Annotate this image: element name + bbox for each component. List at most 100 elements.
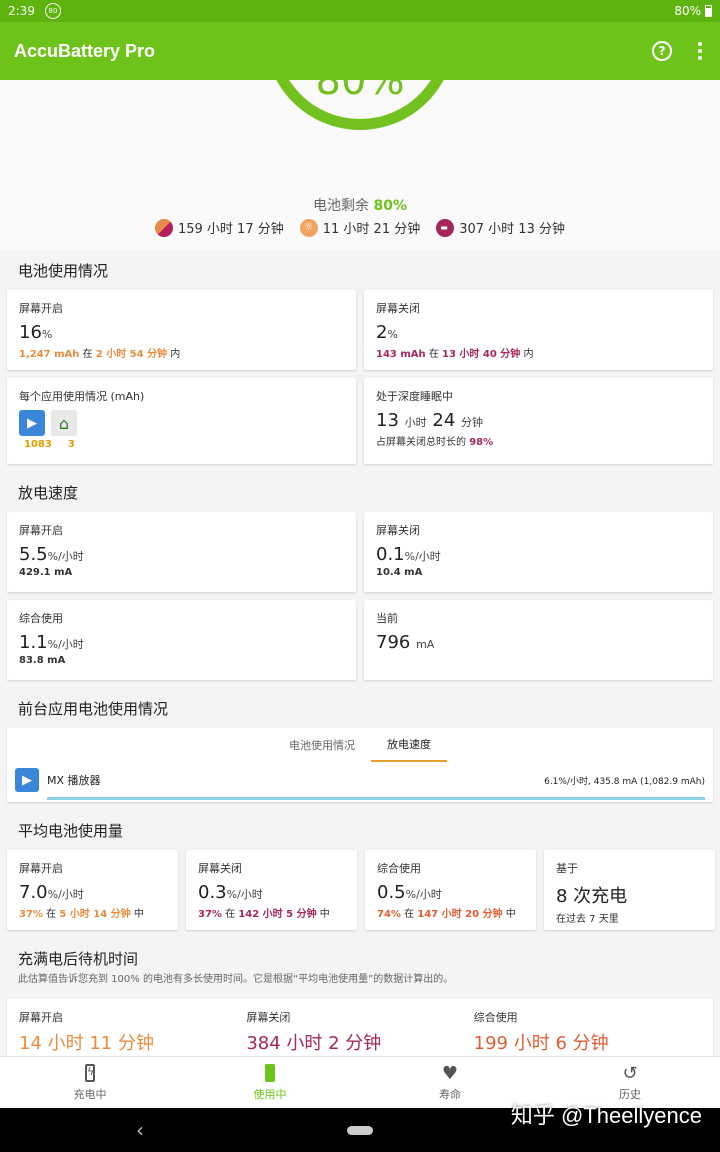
- section-title-usage: 电池使用情况: [18, 261, 109, 280]
- battery-icon: [705, 5, 712, 17]
- battery-remaining: 电池剩余 80%: [0, 195, 720, 215]
- card-label: 基于: [556, 862, 578, 875]
- remaining-label: 电池剩余: [313, 198, 370, 214]
- history-icon: ↺: [622, 1062, 638, 1084]
- estimate-screen-on-text: 11 小时 21 分钟: [322, 222, 421, 237]
- foreground-app-card: 电池使用情况 放电速度 ▶ MX 播放器 6.1%/小时, 435.8 mA (…: [7, 728, 713, 802]
- standby-label: 屏幕关闭: [246, 1011, 291, 1024]
- card-value: 0.5%/小时: [377, 882, 442, 903]
- average-grid: 屏幕开启 7.0%/小时 37% 在 5 小时 14 分钟 中 屏幕关闭 0.3…: [0, 850, 720, 930]
- battery-summary: 80% 电池剩余 80% 159 小时 17 分钟 11 小时 21 分钟 30…: [0, 80, 720, 250]
- card-sub: 143 mAh 在 13 小时 40 分钟 内: [376, 349, 534, 360]
- card-value: 7.0%/小时: [19, 882, 84, 903]
- card-label: 处于深度睡眠中: [376, 390, 453, 403]
- status-time: 2:39: [8, 4, 35, 18]
- mx-player-icon: ▶: [15, 768, 39, 792]
- discharge-screen-off-card[interactable]: 屏幕关闭 0.1%/小时 10.4 mA: [364, 512, 713, 592]
- usage-grid: 屏幕开启 16% 1,247 mAh 在 2 小时 54 分钟 内 屏幕关闭 2…: [0, 290, 720, 464]
- discharge-grid: 屏幕开启 5.5%/小时 429.1 mA 屏幕关闭 0.1%/小时 10.4 …: [0, 512, 720, 680]
- card-value: 796 mA: [376, 632, 435, 653]
- time-estimates: 159 小时 17 分钟 11 小时 21 分钟 307 小时 13 分钟: [0, 218, 720, 237]
- card-value: 0.1%/小时: [376, 544, 441, 565]
- section-title-discharge: 放电速度: [18, 483, 79, 502]
- help-icon[interactable]: ?: [652, 41, 672, 61]
- standby-value: 14 小时 11 分钟: [19, 1033, 154, 1054]
- card-label: 屏幕开启: [19, 862, 63, 875]
- estimate-screen-on: 11 小时 21 分钟: [299, 218, 421, 237]
- card-sub: 1,247 mAh 在 2 小时 54 分钟 内: [19, 349, 181, 360]
- nav-item-charging[interactable]: 充电中: [0, 1057, 180, 1108]
- card-label: 当前: [376, 612, 398, 625]
- card-label: 屏幕开启: [19, 302, 63, 315]
- standby-label: 综合使用: [473, 1011, 518, 1024]
- watermark: 知乎 @Theellyence: [510, 1103, 702, 1128]
- card-label: 屏幕关闭: [198, 862, 242, 875]
- launcher-home-icon[interactable]: ⌂: [51, 410, 77, 436]
- card-sub: 占屏幕关闭总时长的 98%: [376, 437, 494, 448]
- charging-battery-icon: [85, 1063, 95, 1083]
- battery-ring-value: 80%: [315, 80, 405, 104]
- combined-usage-icon: [154, 218, 173, 237]
- average-based-on-card[interactable]: 基于 8 次充电 在过去 7 天里: [544, 850, 715, 930]
- standby-description: 此估算值告诉您充到 100% 的电池有多长使用时间。它是根据“平均电池使用量”的…: [18, 974, 454, 985]
- average-screen-on-card[interactable]: 屏幕开启 7.0%/小时 37% 在 5 小时 14 分钟 中: [7, 850, 178, 930]
- discharge-current-card[interactable]: 当前 796 mA: [364, 600, 713, 680]
- standby-screen-off: 屏幕关闭 384 小时 2 分钟: [246, 1009, 473, 1054]
- card-label: 综合使用: [19, 612, 63, 625]
- discharge-screen-on-card[interactable]: 屏幕开启 5.5%/小时 429.1 mA: [7, 512, 356, 592]
- app-title: AccuBattery Pro: [14, 40, 156, 61]
- app-usage-value: 6.1%/小时, 435.8 mA (1,082.9 mAh): [544, 776, 705, 787]
- screen-on-icon: [299, 218, 318, 237]
- app-value-row: 1083 3: [19, 439, 344, 450]
- standby-combined: 综合使用 199 小时 6 分钟: [473, 1009, 701, 1054]
- section-title-foreground: 前台应用电池使用情况: [18, 699, 169, 718]
- average-combined-card[interactable]: 综合使用 0.5%/小时 74% 在 147 小时 20 分钟 中: [365, 850, 536, 930]
- discharge-combined-card[interactable]: 综合使用 1.1%/小时 83.8 mA: [7, 600, 356, 680]
- card-label: 每个应用使用情况 (mAh): [19, 390, 145, 403]
- standby-screen-on: 屏幕开启 14 小时 11 分钟: [19, 1009, 246, 1054]
- card-sub: 74% 在 147 小时 20 分钟 中: [377, 909, 516, 920]
- main-content[interactable]: 80% 电池剩余 80% 159 小时 17 分钟 11 小时 21 分钟 30…: [0, 80, 720, 1056]
- more-options-icon[interactable]: [694, 42, 706, 60]
- mx-player-icon[interactable]: ▶: [19, 410, 45, 436]
- nav-item-discharging[interactable]: 使用中: [180, 1057, 360, 1108]
- usage-screen-on-card[interactable]: 屏幕开启 16% 1,247 mAh 在 2 小时 54 分钟 内: [7, 290, 356, 370]
- card-sub: 在过去 7 天里: [556, 914, 619, 925]
- estimate-combined: 159 小时 17 分钟: [154, 218, 284, 237]
- app-value: 1083: [24, 439, 52, 450]
- section-title-average: 平均电池使用量: [18, 821, 124, 840]
- card-sub: 37% 在 142 小时 5 分钟 中: [198, 909, 330, 920]
- card-label: 屏幕关闭: [376, 524, 420, 537]
- card-value: 16%: [19, 322, 53, 343]
- foreground-app-row[interactable]: ▶ MX 播放器 6.1%/小时, 435.8 mA (1,082.9 mAh): [15, 768, 705, 800]
- card-value: 13 小时 24 分钟: [376, 410, 484, 431]
- usage-screen-off-card[interactable]: 屏幕关闭 2% 143 mAh 在 13 小时 40 分钟 内: [364, 290, 713, 370]
- app-bar-actions: ?: [652, 41, 706, 61]
- status-right: 80%: [674, 4, 712, 18]
- standby-card[interactable]: 屏幕开启 14 小时 11 分钟 屏幕关闭 384 小时 2 分钟 综合使用 1…: [7, 999, 713, 1056]
- card-value: 1.1%/小时: [19, 632, 84, 653]
- card-value: 2%: [376, 322, 398, 343]
- status-battery-text: 80%: [674, 4, 701, 18]
- standby-value: 199 小时 6 分钟: [473, 1033, 609, 1054]
- deep-sleep-card[interactable]: 处于深度睡眠中 13 小时 24 分钟 占屏幕关闭总时长的 98%: [364, 378, 713, 464]
- tab-battery-usage[interactable]: 电池使用情况: [273, 728, 371, 762]
- back-icon[interactable]: ‹: [136, 1118, 144, 1142]
- card-value: 8 次充电: [556, 886, 628, 907]
- estimate-combined-text: 159 小时 17 分钟: [177, 222, 284, 237]
- deep-sleep-icon: [436, 218, 455, 237]
- card-sub: 10.4 mA: [376, 567, 423, 578]
- battery-icon: [265, 1063, 275, 1083]
- nav-label: 使用中: [253, 1088, 287, 1101]
- estimate-deep-sleep: 307 小时 13 分钟: [436, 218, 565, 237]
- average-screen-off-card[interactable]: 屏幕关闭 0.3%/小时 37% 在 142 小时 5 分钟 中: [186, 850, 357, 930]
- home-pill-icon[interactable]: [347, 1125, 373, 1135]
- app-icon-row: ▶ ⌂: [19, 410, 344, 436]
- per-app-usage-card[interactable]: 每个应用使用情况 (mAh) ▶ ⌂ 1083 3: [7, 378, 356, 464]
- card-value: 5.5%/小时: [19, 544, 84, 565]
- tab-discharge-speed[interactable]: 放电速度: [371, 728, 447, 762]
- app-bar: AccuBattery Pro ?: [0, 22, 720, 80]
- app-name: MX 播放器: [47, 774, 101, 787]
- notification-badge-icon: 80: [44, 3, 61, 19]
- card-label: 屏幕开启: [19, 524, 63, 537]
